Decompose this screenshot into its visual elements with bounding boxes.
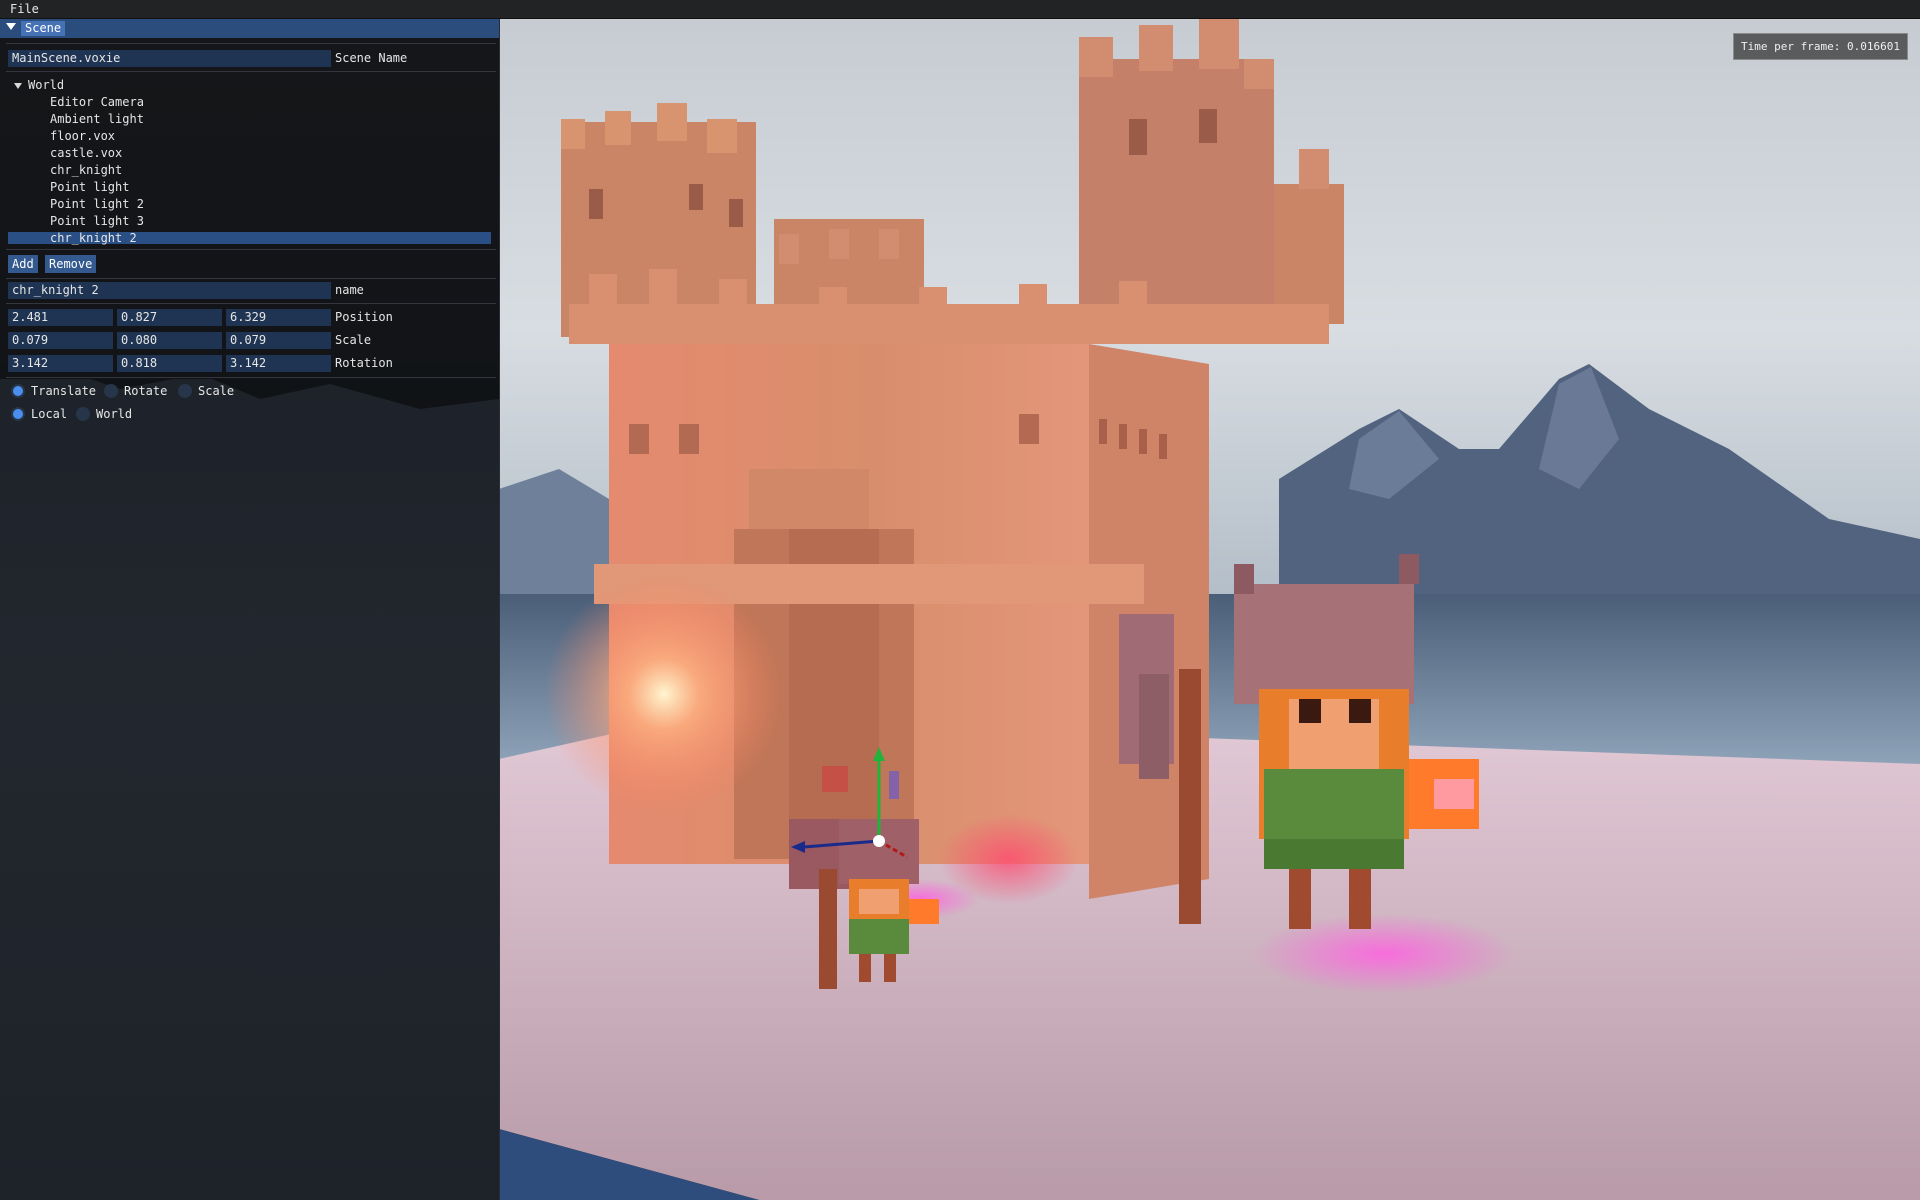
local-label: Local xyxy=(31,407,68,421)
divider xyxy=(6,249,496,250)
scale-mode-label: Scale xyxy=(198,384,235,398)
divider xyxy=(6,43,496,44)
position-y-input[interactable]: 0.827 xyxy=(117,309,222,326)
add-button[interactable]: Add xyxy=(8,255,38,273)
world-radio[interactable] xyxy=(76,407,90,421)
menu-bar: File xyxy=(0,0,1920,19)
frame-time-readout: Time per frame: 0.016601 xyxy=(1733,33,1908,60)
scale-x-input[interactable]: 0.079 xyxy=(8,332,113,349)
panel-title-bar: Scene xyxy=(0,19,499,38)
world-label: World xyxy=(96,407,133,421)
position-x-input[interactable]: 2.481 xyxy=(8,309,113,326)
rotate-label: Rotate xyxy=(124,384,168,398)
local-radio[interactable] xyxy=(11,407,25,421)
position-label: Position xyxy=(335,310,393,324)
remove-button[interactable]: Remove xyxy=(45,255,97,273)
rotation-x-input[interactable]: 3.142 xyxy=(8,355,113,372)
rotation-y-input[interactable]: 0.818 xyxy=(117,355,222,372)
tree-item-floor[interactable]: floor.vox xyxy=(50,128,115,145)
divider xyxy=(6,278,496,279)
tree-item-chr-knight[interactable]: chr_knight xyxy=(50,162,122,179)
tree-item-castle[interactable]: castle.vox xyxy=(50,145,122,162)
scale-label: Scale xyxy=(335,333,372,347)
tree-item-point-light-2[interactable]: Point light 2 xyxy=(50,196,144,213)
tree-item-ambient-light[interactable]: Ambient light xyxy=(50,111,144,128)
scene-panel: Scene MainScene.voxie Scene Name World E… xyxy=(0,19,500,1200)
object-name-label: name xyxy=(335,283,364,297)
scene-render xyxy=(499,19,1920,1200)
scale-y-input[interactable]: 0.080 xyxy=(117,332,222,349)
tab-scene[interactable]: Scene xyxy=(21,21,66,36)
divider xyxy=(6,377,496,378)
rotation-label: Rotation xyxy=(335,356,393,370)
divider xyxy=(6,303,496,304)
scale-radio[interactable] xyxy=(178,384,192,398)
translate-label: Translate xyxy=(31,384,97,398)
translate-radio[interactable] xyxy=(11,384,25,398)
tree-root-world[interactable]: World xyxy=(28,77,64,94)
scene-viewport[interactable]: Time per frame: 0.016601 xyxy=(499,19,1920,1200)
menu-file[interactable]: File xyxy=(10,2,39,16)
scene-name-input[interactable]: MainScene.voxie xyxy=(8,50,331,67)
tree-item-chr-knight-2[interactable]: chr_knight 2 xyxy=(50,230,137,247)
tree-expand-arrow-icon[interactable] xyxy=(14,83,22,89)
tree-item-point-light[interactable]: Point light xyxy=(50,179,129,196)
divider xyxy=(6,71,496,72)
rotate-radio[interactable] xyxy=(104,384,118,398)
tree-item-editor-camera[interactable]: Editor Camera xyxy=(50,94,144,111)
object-name-input[interactable]: chr_knight 2 xyxy=(8,282,331,299)
rotation-z-input[interactable]: 3.142 xyxy=(226,355,331,372)
tree-item-point-light-3[interactable]: Point light 3 xyxy=(50,213,144,230)
position-z-input[interactable]: 6.329 xyxy=(226,309,331,326)
scene-name-label: Scene Name xyxy=(335,51,408,65)
scale-z-input[interactable]: 0.079 xyxy=(226,332,331,349)
panel-backdrop xyxy=(0,379,499,1200)
collapse-arrow-icon[interactable] xyxy=(6,23,16,30)
